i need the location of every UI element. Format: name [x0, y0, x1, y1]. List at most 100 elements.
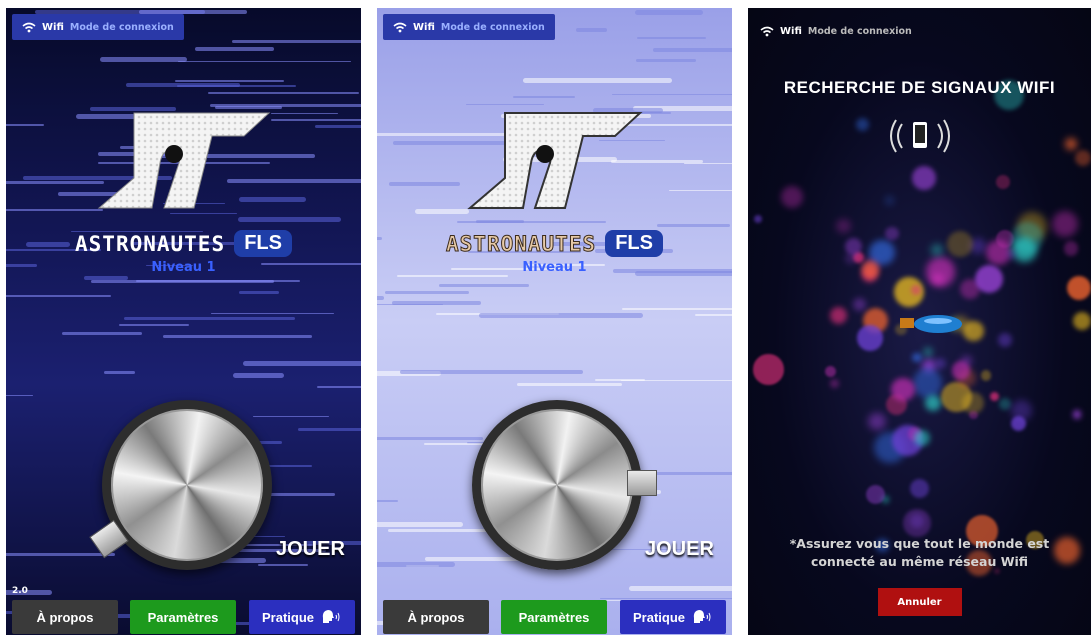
light-streak — [385, 291, 469, 295]
light-streak — [612, 93, 732, 96]
settings-button[interactable]: Paramètres — [501, 600, 607, 634]
light-streak — [478, 312, 644, 318]
light-streak — [523, 78, 673, 84]
about-label: À propos — [36, 609, 94, 625]
bokeh-particle — [998, 397, 1011, 410]
bokeh-particle — [910, 284, 921, 296]
light-streak — [194, 47, 275, 51]
light-streak — [622, 307, 732, 311]
light-streak — [6, 123, 44, 126]
bokeh-particle — [913, 429, 930, 446]
wifi-search-screen: Wifi Mode de connexion RECHERCHE DE SIGN… — [748, 8, 1091, 635]
about-button[interactable]: À propos — [12, 600, 118, 634]
light-streak — [377, 437, 483, 441]
bokeh-particle — [753, 354, 784, 385]
light-streak — [397, 274, 508, 277]
practice-label: Pratique — [632, 609, 685, 625]
app-title: ASTRONAUTES FLS — [6, 230, 361, 257]
bokeh-particle — [890, 377, 915, 402]
light-streak — [439, 284, 530, 288]
light-streak — [517, 383, 623, 387]
light-streak — [125, 82, 241, 88]
bokeh-particle — [753, 215, 762, 224]
bokeh-particle — [935, 358, 946, 369]
light-streak — [634, 10, 703, 15]
version-label: 2.0 — [12, 586, 28, 596]
bokeh-particle — [912, 352, 922, 363]
speaking-head-icon — [322, 610, 340, 623]
bokeh-particle — [1074, 149, 1091, 167]
title-text: ASTRONAUTES — [446, 231, 597, 256]
cancel-button[interactable]: Annuler — [877, 588, 962, 616]
title-text: ASTRONAUTES — [75, 231, 226, 256]
wifi-mode-button[interactable]: Wifi Mode de connexion — [383, 14, 555, 40]
bokeh-particle — [856, 118, 870, 132]
light-streak — [377, 562, 455, 568]
light-streak — [103, 371, 135, 374]
light-streak — [163, 334, 313, 339]
play-label[interactable]: JOUER — [645, 538, 714, 561]
about-button[interactable]: À propos — [383, 600, 489, 634]
bokeh-particle — [829, 378, 839, 388]
light-streak — [91, 279, 275, 283]
light-streak — [575, 28, 607, 33]
light-streak — [513, 95, 575, 98]
wifi-mode-label: Mode de connexion — [69, 21, 174, 33]
wifi-mode-button[interactable]: Wifi Mode de connexion — [12, 14, 184, 40]
light-streak — [377, 303, 444, 306]
bokeh-particle — [974, 264, 1004, 294]
bokeh-particle — [1066, 276, 1091, 301]
wifi-mode-button[interactable]: Wifi Mode de connexion — [760, 18, 912, 44]
light-streak — [6, 294, 112, 297]
bokeh-particle — [995, 174, 1010, 189]
bokeh-particle — [824, 365, 836, 377]
bokeh-particle — [852, 298, 866, 312]
bokeh-particle — [829, 306, 847, 325]
light-streak — [636, 59, 696, 62]
app-screenshots: Wifi Mode de connexion ASTRONAUTES FLS N… — [0, 0, 1091, 635]
light-streak — [239, 290, 279, 295]
light-streak — [257, 563, 308, 566]
light-streak — [317, 385, 361, 389]
home-screen-dark: Wifi Mode de connexion ASTRONAUTES FLS N… — [6, 8, 361, 635]
light-streak — [123, 316, 296, 321]
bokeh-particle — [780, 185, 804, 209]
wifi-mode-label: Mode de connexion — [807, 25, 912, 37]
note-line-2: connecté au même réseau Wifi — [810, 554, 1029, 569]
play-knob[interactable] — [472, 400, 642, 570]
practice-button[interactable]: Pratique — [620, 600, 726, 634]
light-streak — [636, 37, 706, 39]
light-streak — [118, 324, 189, 327]
logo-icon — [97, 112, 270, 209]
settings-button[interactable]: Paramètres — [130, 600, 236, 634]
home-screen-light: Wifi Mode de connexion ASTRONAUTES FLS N… — [377, 8, 732, 635]
wifi-icon — [760, 26, 774, 36]
light-streak — [315, 125, 361, 128]
light-streak — [466, 103, 545, 106]
practice-label: Pratique — [261, 609, 314, 625]
bokeh-particle — [930, 243, 943, 256]
light-streak — [6, 394, 33, 397]
bokeh-particle — [1011, 221, 1043, 253]
light-streak — [628, 586, 732, 592]
bokeh-particle — [909, 478, 930, 499]
bokeh-particle — [986, 240, 1011, 265]
bokeh-particle — [1072, 410, 1082, 419]
light-streak — [6, 208, 104, 212]
bokeh-particle — [1051, 210, 1078, 238]
light-streak — [270, 112, 338, 114]
settings-label: Paramètres — [518, 609, 590, 625]
light-streak — [669, 189, 732, 192]
bokeh-particle — [925, 394, 942, 411]
app-title: ASTRONAUTES FLS — [377, 230, 732, 257]
bokeh-particle — [989, 391, 1000, 402]
play-label[interactable]: JOUER — [276, 538, 345, 561]
practice-button[interactable]: Pratique — [249, 600, 355, 634]
light-streak — [100, 57, 187, 63]
knob-pointer — [627, 470, 657, 496]
light-streak — [242, 361, 361, 367]
light-streak — [694, 314, 732, 316]
play-knob[interactable] — [102, 400, 272, 570]
note-line-1: *Assurez vous que tout le monde est — [789, 536, 1050, 551]
search-heading: RECHERCHE DE SIGNAUX WIFI — [783, 78, 1056, 97]
